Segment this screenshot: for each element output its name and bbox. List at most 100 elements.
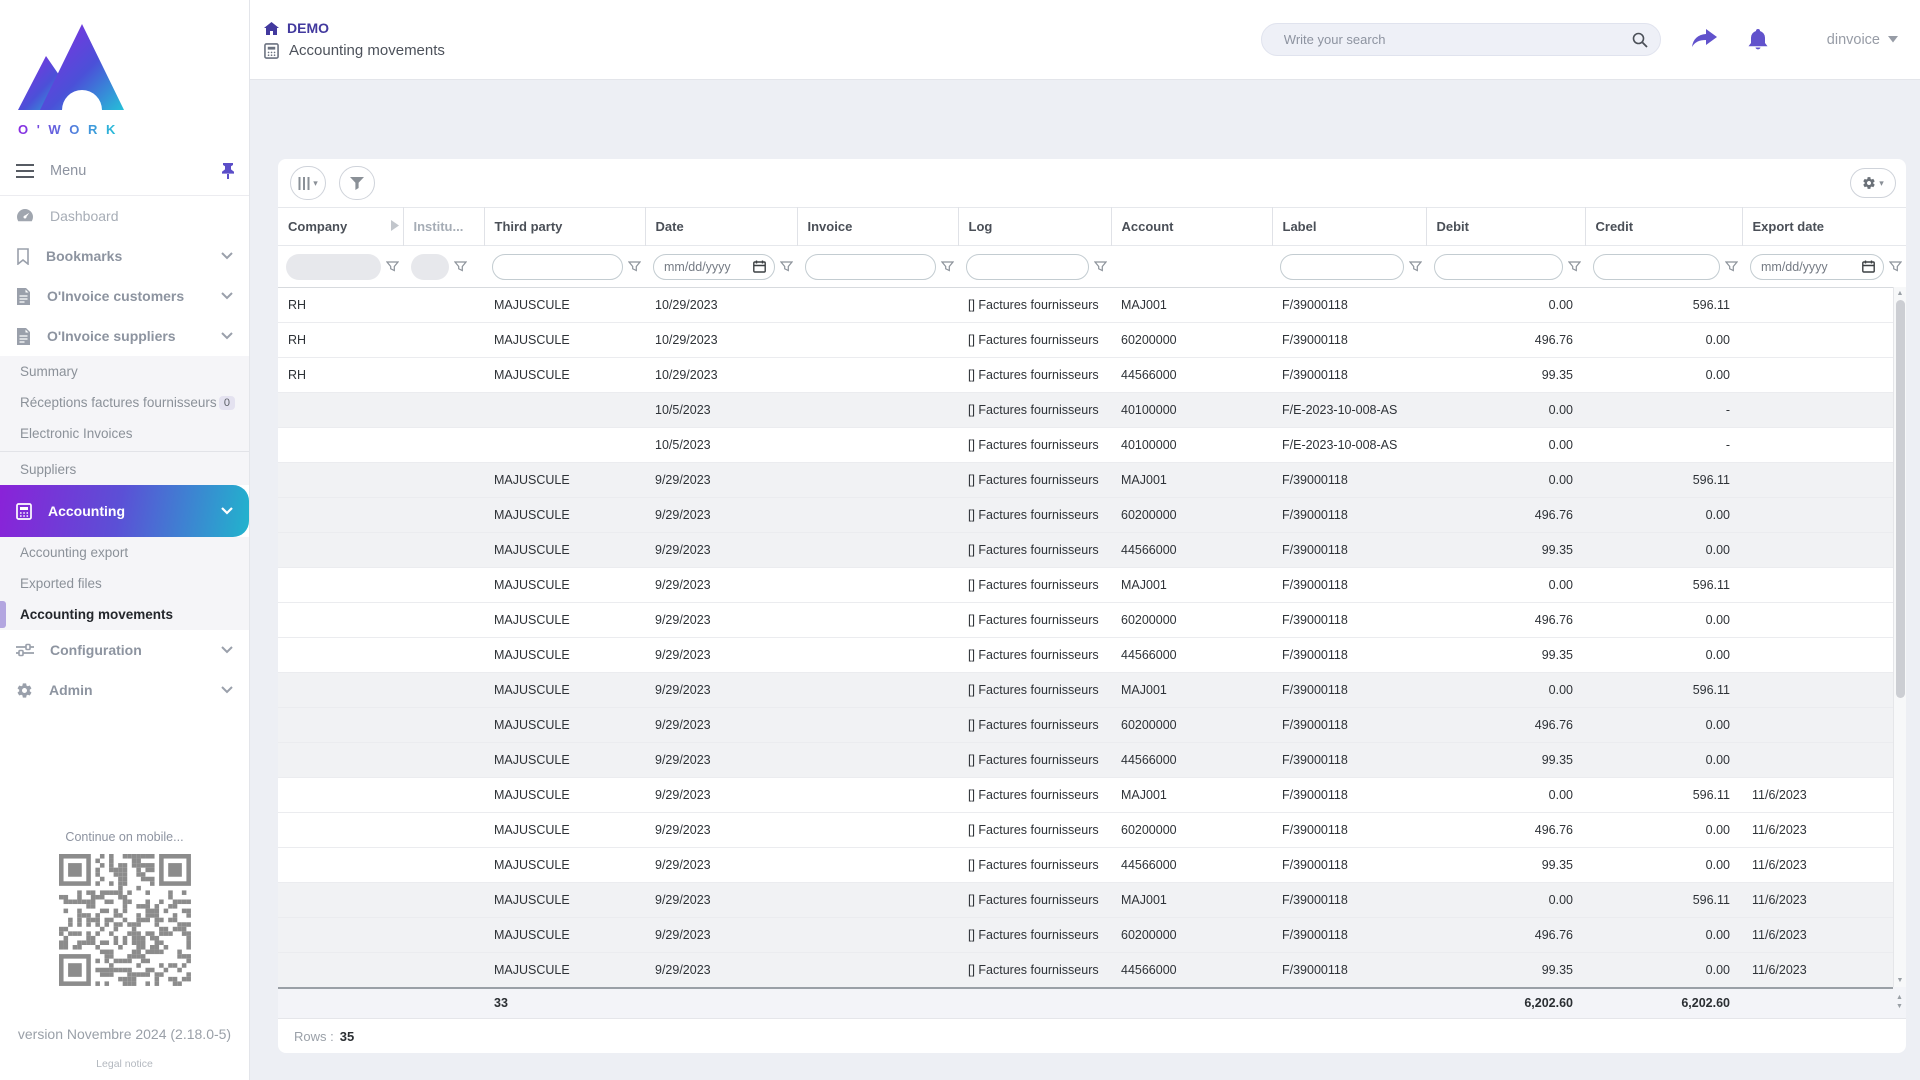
movements-table: Company Institu... Third party Date Invo…: [278, 207, 1906, 1018]
vertical-scrollbar[interactable]: ▲ ▼: [1893, 287, 1906, 987]
footer-credit-total: 6,202.60: [1585, 988, 1742, 1018]
sidebar-item-bookmarks[interactable]: Bookmarks: [0, 236, 249, 276]
filter-button[interactable]: [339, 166, 375, 200]
sidebar-item-configuration[interactable]: Configuration: [0, 630, 249, 670]
invoice-filter-input[interactable]: [805, 254, 936, 280]
col-header-label[interactable]: Label: [1272, 208, 1426, 246]
log-filter-input[interactable]: [966, 254, 1089, 280]
funnel-icon[interactable]: [1094, 261, 1107, 273]
cell-label: F/39000118: [1272, 323, 1426, 358]
calendar-icon: [753, 260, 766, 273]
pin-sidebar-icon[interactable]: [221, 163, 235, 179]
cell-invoice: [797, 708, 958, 743]
col-header-export-date[interactable]: Export date: [1742, 208, 1906, 246]
table-row[interactable]: MAJUSCULE9/29/2023[] Factures fournisseu…: [278, 883, 1906, 918]
table-row[interactable]: MAJUSCULE9/29/2023[] Factures fournisseu…: [278, 708, 1906, 743]
table-row[interactable]: MAJUSCULE9/29/2023[] Factures fournisseu…: [278, 848, 1906, 883]
funnel-icon[interactable]: [628, 261, 641, 273]
table-row[interactable]: RHMAJUSCULE10/29/2023[] Factures fournis…: [278, 288, 1906, 323]
search-input[interactable]: [1284, 32, 1632, 47]
table-row[interactable]: MAJUSCULE9/29/2023[] Factures fournisseu…: [278, 638, 1906, 673]
sidebar-item-oinvoice-suppliers[interactable]: O'Invoice suppliers: [0, 316, 249, 356]
table-row[interactable]: MAJUSCULE9/29/2023[] Factures fournisseu…: [278, 813, 1906, 848]
cell-log: [] Factures fournisseurs: [958, 883, 1111, 918]
sidebar-item-accounting[interactable]: Accounting: [0, 485, 249, 537]
scroll-up-arrow[interactable]: ▲: [1894, 287, 1906, 300]
sidebar-item-oinvoice-customers[interactable]: O'Invoice customers: [0, 276, 249, 316]
col-header-credit[interactable]: Credit: [1585, 208, 1742, 246]
sidebar-item-dashboard[interactable]: Dashboard: [0, 196, 249, 236]
cell-institution: [403, 673, 484, 708]
col-header-log[interactable]: Log: [958, 208, 1111, 246]
sub-item-label: Accounting movements: [20, 607, 173, 622]
hamburger-icon[interactable]: [16, 164, 34, 178]
sidebar-item-electronic-invoices[interactable]: Electronic Invoices: [0, 418, 249, 449]
cell-log: [] Factures fournisseurs: [958, 638, 1111, 673]
scroll-down-arrow[interactable]: ▼: [1894, 974, 1906, 987]
table-row[interactable]: MAJUSCULE9/29/2023[] Factures fournisseu…: [278, 918, 1906, 953]
table-row[interactable]: MAJUSCULE9/29/2023[] Factures fournisseu…: [278, 568, 1906, 603]
funnel-icon[interactable]: [386, 261, 399, 273]
search-icon[interactable]: [1632, 32, 1648, 48]
funnel-icon[interactable]: [1409, 261, 1422, 273]
cell-date: 10/5/2023: [645, 393, 797, 428]
col-header-invoice[interactable]: Invoice: [797, 208, 958, 246]
share-icon[interactable]: [1691, 29, 1717, 51]
sidebar-item-accounting-export[interactable]: Accounting export: [0, 537, 249, 568]
table-row[interactable]: MAJUSCULE9/29/2023[] Factures fournisseu…: [278, 953, 1906, 988]
scrollbar-thumb[interactable]: [1896, 300, 1905, 698]
funnel-icon[interactable]: [1889, 261, 1902, 273]
table-row[interactable]: MAJUSCULE9/29/2023[] Factures fournisseu…: [278, 533, 1906, 568]
cell-account: 44566000: [1111, 638, 1272, 673]
funnel-icon[interactable]: [941, 261, 954, 273]
cell-log: [] Factures fournisseurs: [958, 743, 1111, 778]
expand-group-icon[interactable]: [391, 220, 399, 231]
table-row[interactable]: RHMAJUSCULE10/29/2023[] Factures fournis…: [278, 358, 1906, 393]
legal-notice-link[interactable]: Legal notice: [0, 1058, 249, 1070]
table-row[interactable]: MAJUSCULE9/29/2023[] Factures fournisseu…: [278, 778, 1906, 813]
col-header-date[interactable]: Date: [645, 208, 797, 246]
export-date-filter-input[interactable]: mm/dd/yyyy: [1750, 254, 1884, 280]
sidebar-item-suppliers[interactable]: Suppliers: [0, 454, 249, 485]
cell-credit: 596.11: [1585, 778, 1742, 813]
table-row[interactable]: MAJUSCULE9/29/2023[] Factures fournisseu…: [278, 603, 1906, 638]
cell-account: 60200000: [1111, 708, 1272, 743]
table-row[interactable]: RHMAJUSCULE10/29/2023[] Factures fournis…: [278, 323, 1906, 358]
funnel-icon[interactable]: [1725, 261, 1738, 273]
table-settings-button[interactable]: ▾: [1850, 168, 1896, 198]
table-row[interactable]: 10/5/2023[] Factures fournisseurs4010000…: [278, 428, 1906, 463]
notifications-bell-icon[interactable]: [1747, 28, 1769, 52]
date-filter-input[interactable]: mm/dd/yyyy: [653, 254, 775, 280]
cell-third-party: MAJUSCULE: [484, 673, 645, 708]
sidebar-item-admin[interactable]: Admin: [0, 670, 249, 710]
label-filter-input[interactable]: [1280, 254, 1404, 280]
col-header-debit[interactable]: Debit: [1426, 208, 1585, 246]
sidebar-item-exported-files[interactable]: Exported files: [0, 568, 249, 599]
table-row[interactable]: 10/5/2023[] Factures fournisseurs4010000…: [278, 393, 1906, 428]
col-header-account[interactable]: Account: [1111, 208, 1272, 246]
table-row[interactable]: MAJUSCULE9/29/2023[] Factures fournisseu…: [278, 463, 1906, 498]
cell-invoice: [797, 953, 958, 988]
sidebar-item-accounting-movements[interactable]: Accounting movements: [0, 599, 249, 630]
col-header-third-party[interactable]: Third party: [484, 208, 645, 246]
footer-third-party-count: 33: [484, 988, 645, 1018]
debit-filter-input[interactable]: [1434, 254, 1563, 280]
column-selector-button[interactable]: ▾: [290, 166, 326, 200]
third-party-filter-input[interactable]: [492, 254, 623, 280]
table-row[interactable]: MAJUSCULE9/29/2023[] Factures fournisseu…: [278, 498, 1906, 533]
credit-filter-input[interactable]: [1593, 254, 1720, 280]
chevron-down-icon: [221, 252, 233, 260]
cell-third-party: MAJUSCULE: [484, 918, 645, 953]
funnel-icon[interactable]: [1568, 261, 1581, 273]
table-row[interactable]: MAJUSCULE9/29/2023[] Factures fournisseu…: [278, 673, 1906, 708]
col-header-company[interactable]: Company: [278, 208, 403, 246]
col-header-institution[interactable]: Institu...: [403, 208, 484, 246]
footer-scroll-arrows[interactable]: ▲▼: [1893, 987, 1906, 1017]
user-menu[interactable]: dinvoice: [1827, 32, 1898, 48]
sidebar-item-summary[interactable]: Summary: [0, 356, 249, 387]
table-row[interactable]: MAJUSCULE9/29/2023[] Factures fournisseu…: [278, 743, 1906, 778]
funnel-icon[interactable]: [780, 261, 793, 273]
funnel-icon[interactable]: [454, 261, 467, 273]
sidebar-item-receptions-factures[interactable]: Réceptions factures fournisseurs 0: [0, 387, 249, 418]
breadcrumb-home[interactable]: DEMO: [287, 20, 329, 36]
